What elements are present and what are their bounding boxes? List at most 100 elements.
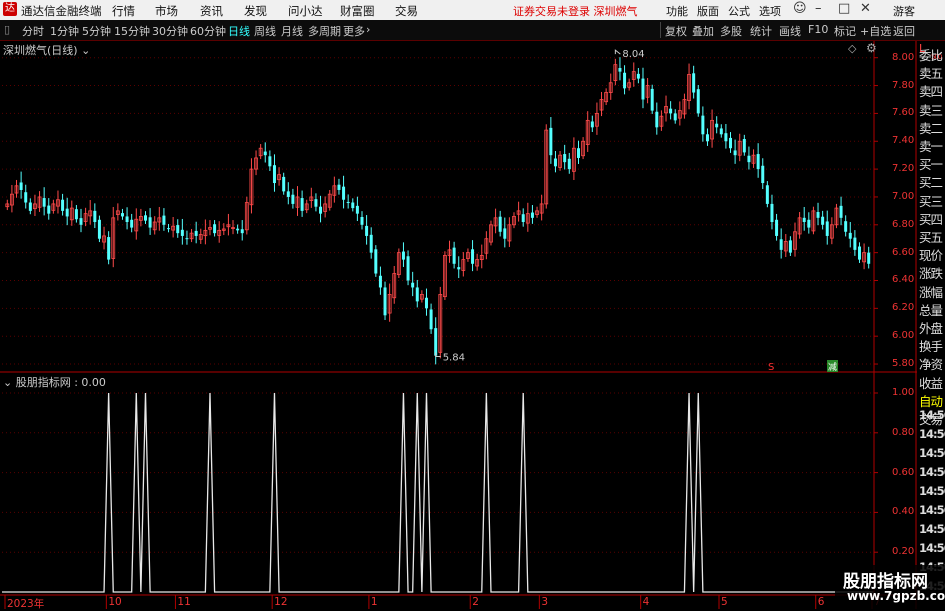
date-tick-label: 6 (817, 596, 825, 608)
candle-body-down (857, 246, 861, 260)
kline-chart[interactable]: 8.04 5.84 S 减 (0, 0, 945, 609)
candle-body-down (434, 328, 438, 356)
candle-body-down (429, 309, 433, 330)
candle-body-down (733, 150, 737, 156)
candle-body-down (839, 205, 843, 218)
candle-body-down (107, 237, 111, 260)
reduce-signal-marker: 减 (828, 361, 837, 373)
candle-body-down (692, 73, 696, 93)
panel-item: 卖五 (919, 66, 943, 82)
price-tick-label: 6.40 (892, 274, 915, 286)
candle-body-down (788, 240, 792, 253)
candle-body-down (853, 237, 857, 250)
candle-body-down (406, 256, 410, 281)
indicator-title[interactable]: ⌄ 股朋指标网 : 0.00 (3, 374, 106, 390)
watermark: 股朋指标网 www.7gpzb.com (835, 565, 945, 609)
candle-body-down (374, 249, 378, 274)
candle-body-down (655, 111, 659, 128)
candle-body-down (779, 239, 783, 250)
candle-body-down (125, 216, 129, 223)
price-tick-label: 6.80 (892, 218, 915, 230)
candle-body-down (549, 127, 553, 156)
candle-layer (5, 49, 871, 365)
indicator-tick-label: 0.80 (892, 426, 915, 438)
quote-side-panel: L 500 委比 卖五 卖四 卖三 卖二 卖一 买一 买二 买三 买四 买五 现价 涨跌 涨幅 总量 外盘 换手… (917, 41, 945, 609)
candle-body-down (185, 238, 189, 240)
dropdown-icon[interactable]: ⌄ (81, 44, 90, 57)
diamond-icon[interactable]: ◇ (848, 42, 856, 55)
candle-body-down (291, 194, 295, 204)
candle-body-down (319, 206, 323, 214)
candle-body-down (93, 210, 97, 223)
high-price-label: 8.04 (622, 49, 644, 60)
price-tick-label: 7.20 (892, 163, 915, 175)
candle-body-down (521, 214, 525, 223)
candle-body-down (194, 230, 198, 236)
panel-item: 14:56 (919, 541, 945, 555)
panel-item: 买四 (919, 211, 943, 227)
candle-body-down (765, 185, 769, 204)
candle-body-down (365, 225, 369, 236)
candle-body-down (498, 216, 502, 232)
candle-body-down (802, 217, 806, 223)
panel-item: 净资 (919, 357, 943, 373)
date-tick-label: 12 (274, 596, 288, 608)
candle-body-down (19, 182, 23, 190)
low-price-label: 5.84 (443, 352, 465, 363)
date-tick-label: 11 (177, 596, 191, 608)
candle-body-down (401, 251, 405, 260)
panel-item: 14:56 (919, 408, 945, 422)
candle-body-down (636, 73, 640, 79)
candle-body-down (729, 137, 733, 149)
panel-item: 总量 (919, 302, 943, 318)
candle-body-down (724, 133, 728, 142)
panel-item: 现价 (919, 248, 943, 264)
price-tick-label: 7.60 (892, 107, 915, 119)
date-tick-label: 5 (720, 596, 728, 608)
candle-body-down (715, 123, 719, 128)
date-tick-label: 2 (472, 596, 479, 608)
candle-body-down (747, 155, 751, 163)
candle-body-down (314, 199, 318, 207)
candle-body-down (567, 158, 571, 170)
settings-gear-icon[interactable]: ⚙ (866, 41, 877, 55)
sell-signal-marker: S (768, 362, 774, 373)
candle-body-down (176, 225, 180, 234)
candle-body-down (623, 72, 627, 89)
candle-body-down (130, 219, 134, 228)
candle-body-down (42, 198, 46, 207)
candle-body-down (236, 228, 240, 231)
candle-body-down (618, 68, 622, 72)
candle-body-down (576, 148, 580, 158)
candle-body-down (65, 208, 69, 217)
candle-body-down (471, 249, 475, 264)
date-tick-label: 10 (108, 596, 122, 608)
candle-body-down (770, 203, 774, 223)
panel-item: 买二 (919, 175, 943, 191)
indicator-tick-label: 1.00 (892, 387, 915, 398)
candle-body-down (590, 121, 594, 128)
candle-body-down (825, 221, 829, 236)
price-tick-label: 7.40 (892, 135, 915, 147)
price-tick-label: 6.00 (892, 330, 915, 342)
grid-layer (2, 57, 874, 553)
candle-body-down (457, 267, 461, 270)
candle-body-down (337, 184, 341, 190)
candle-body-down (351, 202, 355, 209)
candle-body-down (807, 219, 811, 228)
candle-body-down (213, 224, 217, 234)
candle-body-down (563, 154, 567, 163)
main-chart-title[interactable]: 深圳燃气(日线) ⌄ (3, 42, 90, 58)
candle-body-down (24, 192, 28, 203)
candle-body-down (503, 228, 507, 239)
panel-item: 委比 (919, 48, 943, 63)
indicator-name: 股朋指标网 : 0.00 (15, 376, 106, 389)
indicator-dropdown-icon[interactable]: ⌄ (3, 376, 12, 389)
candle-body-down (867, 252, 871, 264)
date-tick-label: 3 (541, 596, 549, 608)
panel-item: 换手 (919, 339, 943, 355)
date-tick-label: 4 (642, 596, 650, 608)
panel-item: 卖一 (919, 139, 943, 154)
candle-body-down (300, 198, 304, 211)
candle-body-down (816, 211, 820, 218)
